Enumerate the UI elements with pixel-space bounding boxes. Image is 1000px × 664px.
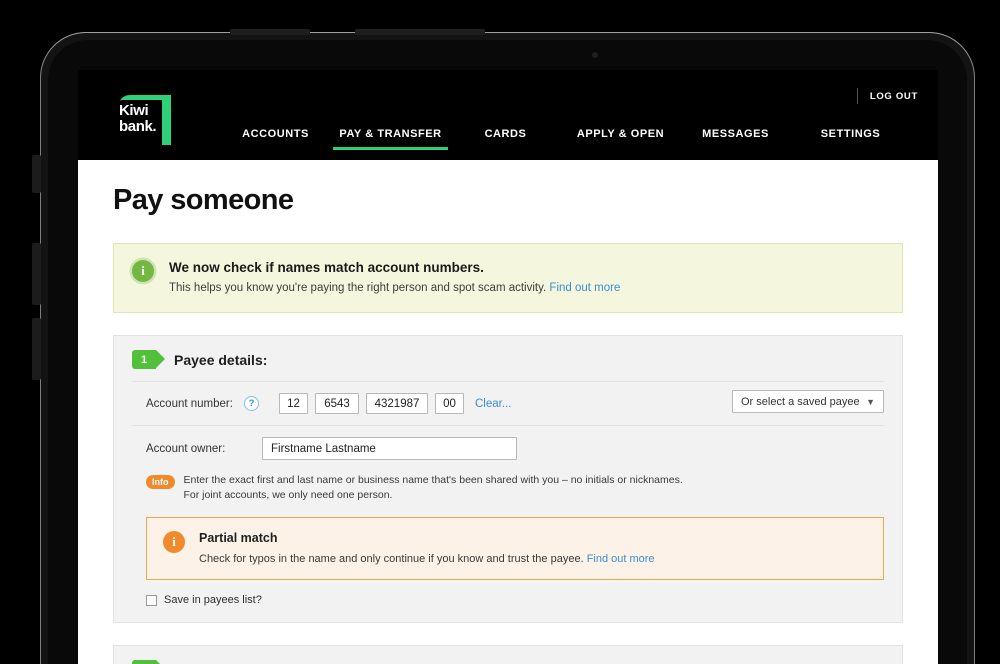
site-header: Kiwi bank. LOG OUT ACCOUNTS PAY & TRANSF… xyxy=(78,70,938,160)
nav-item-settings[interactable]: SETTINGS xyxy=(793,128,908,150)
logout-button[interactable]: LOG OUT xyxy=(870,91,918,102)
browser-screen: Kiwi bank. LOG OUT ACCOUNTS PAY & TRANSF… xyxy=(78,70,938,664)
payee-details-card: 1 Payee details: Account number: ? 12 65… xyxy=(113,335,903,623)
payment-details-card: 2 Payment details: Pay from account: Ple… xyxy=(113,645,903,664)
account-suffix-input[interactable]: 00 xyxy=(435,393,464,414)
nav-item-accounts[interactable]: ACCOUNTS xyxy=(218,128,333,150)
page-content: Pay someone i We now check if names matc… xyxy=(78,160,938,664)
clear-link[interactable]: Clear... xyxy=(475,398,511,410)
screenshot-root: Kiwi bank. LOG OUT ACCOUNTS PAY & TRANSF… xyxy=(0,0,1000,664)
info-note-line-2: For joint accounts, we only need one per… xyxy=(183,489,393,501)
banner-text: This helps you know you're paying the ri… xyxy=(169,282,547,294)
account-owner-row: Account owner: Firstname Lastname xyxy=(114,426,902,471)
help-icon[interactable]: ? xyxy=(244,396,259,411)
logout-area: LOG OUT xyxy=(856,88,918,104)
volume-up-button[interactable] xyxy=(32,243,41,305)
account-number-label: Account number: xyxy=(146,397,233,410)
nav-label-cards: CARDS xyxy=(484,128,527,140)
info-note-text: Enter the exact first and last name or b… xyxy=(184,473,683,503)
account-owner-input[interactable]: Firstname Lastname xyxy=(262,437,517,460)
partial-match-body: Partial match Check for typos in the nam… xyxy=(199,531,655,565)
step-badge-2: 2 xyxy=(132,660,165,664)
account-number-row: Account number: ? 12 6543 4321987 00 Cle… xyxy=(114,382,902,425)
page-title: Pay someone xyxy=(113,184,294,216)
nav-item-messages[interactable]: MESSAGES xyxy=(678,128,793,150)
payee-details-header: 1 Payee details: xyxy=(114,350,902,381)
main-navigation: ACCOUNTS PAY & TRANSFER CARDS APPLY & OP… xyxy=(218,128,908,160)
step-badge-1: 1 xyxy=(132,350,165,369)
account-owner-info-note: Info Enter the exact first and last name… xyxy=(114,471,902,513)
power-button[interactable] xyxy=(32,155,41,193)
nav-item-apply-and-open[interactable]: APPLY & OPEN xyxy=(563,128,678,150)
logout-divider xyxy=(856,88,858,104)
top-antenna-band-right xyxy=(355,29,485,35)
partial-match-subtitle: Check for typos in the name and only con… xyxy=(199,553,655,565)
save-in-payees-label[interactable]: Save in payees list? xyxy=(164,594,262,606)
account-bank-input[interactable]: 12 xyxy=(279,393,308,414)
account-number-input[interactable]: 4321987 xyxy=(366,393,428,414)
warning-info-icon: i xyxy=(163,531,185,553)
banner-subtitle: This helps you know you're paying the ri… xyxy=(169,282,620,294)
info-icon: i xyxy=(132,260,154,282)
info-tag: Info xyxy=(146,475,175,489)
nav-label-messages: MESSAGES xyxy=(702,128,769,140)
partial-match-find-out-more-link[interactable]: Find out more xyxy=(587,553,655,565)
save-in-payees-checkbox[interactable] xyxy=(146,594,157,606)
partial-match-warning: i Partial match Check for typos in the n… xyxy=(146,517,884,580)
banner-body: We now check if names match account numb… xyxy=(169,260,620,294)
nav-item-pay-and-transfer[interactable]: PAY & TRANSFER xyxy=(333,128,448,150)
name-check-banner: i We now check if names match account nu… xyxy=(113,243,903,313)
saved-payee-label: Or select a saved payee xyxy=(741,395,860,408)
account-owner-label: Account owner: xyxy=(146,442,226,455)
partial-match-text: Check for typos in the name and only con… xyxy=(199,553,584,565)
nav-underline-cards xyxy=(448,147,563,150)
top-antenna-band-left xyxy=(230,29,310,35)
info-note-line-1: Enter the exact first and last name or b… xyxy=(183,474,683,486)
nav-underline-accounts xyxy=(218,147,333,150)
partial-match-title: Partial match xyxy=(199,531,278,545)
logo-wordmark: Kiwi bank. xyxy=(119,102,157,135)
account-branch-input[interactable]: 6543 xyxy=(315,393,359,414)
nav-label-settings: SETTINGS xyxy=(820,128,881,140)
banner-title: We now check if names match account numb… xyxy=(169,260,484,275)
save-payee-row: Save in payees list? xyxy=(114,580,902,606)
nav-underline-pay-and-transfer xyxy=(333,147,448,150)
nav-label-pay-and-transfer: PAY & TRANSFER xyxy=(339,128,442,140)
nav-underline-messages xyxy=(678,147,793,150)
payment-details-header: 2 Payment details: xyxy=(114,660,902,664)
logo-line-2: bank. xyxy=(119,118,157,135)
volume-down-button[interactable] xyxy=(32,318,41,380)
saved-payee-select[interactable]: Or select a saved payee ▼ xyxy=(732,390,884,413)
logo-line-1: Kiwi xyxy=(119,102,149,119)
kiwibank-logo[interactable]: Kiwi bank. xyxy=(113,95,171,149)
nav-label-apply-and-open: APPLY & OPEN xyxy=(576,128,665,140)
chevron-down-icon: ▼ xyxy=(866,396,875,407)
front-camera-icon xyxy=(592,52,598,58)
banner-find-out-more-link[interactable]: Find out more xyxy=(549,282,620,294)
nav-underline-settings xyxy=(793,147,908,150)
payee-details-title: Payee details: xyxy=(174,351,268,368)
account-number-fields: 12 6543 4321987 00 Clear... xyxy=(279,393,511,414)
nav-item-cards[interactable]: CARDS xyxy=(448,128,563,150)
nav-underline-apply-and-open xyxy=(563,147,678,150)
nav-label-accounts: ACCOUNTS xyxy=(242,128,309,140)
